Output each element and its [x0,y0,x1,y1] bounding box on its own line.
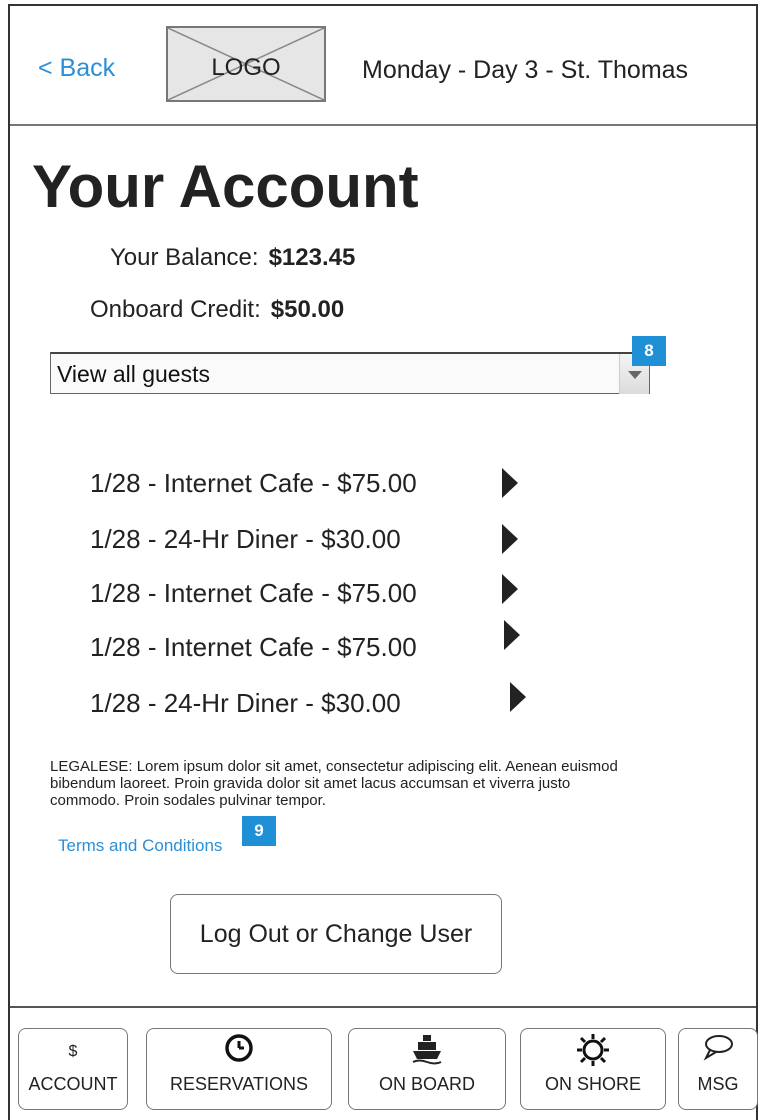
transaction-item[interactable]: 1/28 - Internet Cafe - $75.00 [90,468,417,499]
clock-icon [224,1033,254,1068]
day-title: Monday - Day 3 - St. Thomas [362,56,689,84]
guest-filter-value: View all guests [57,361,210,387]
credit-value: $50.00 [270,296,345,323]
transaction-item[interactable]: 1/28 - 24-Hr Diner - $30.00 [90,688,401,719]
nav-account-button[interactable]: $ ACCOUNT [18,1028,128,1110]
balance-value: $123.45 [268,244,356,271]
app-frame: < Back LOGO Monday - Day 3 - St. Thomas … [8,4,758,1120]
logo-label: LOGO [211,54,281,81]
nav-msg-label: MSG [697,1074,739,1094]
transaction-item[interactable]: 1/28 - 24-Hr Diner - $30.00 [90,524,401,555]
sun-icon [576,1033,610,1072]
nav-onboard-label: ON BOARD [378,1074,475,1094]
terms-link[interactable]: Terms and Conditions [58,836,222,856]
annotation-badge-9: 9 [242,816,276,846]
chevron-right-icon[interactable] [510,682,526,712]
annotation-badge-8: 8 [632,336,666,366]
speech-bubble-icon [702,1033,734,1066]
chevron-right-icon[interactable] [502,574,518,604]
chevron-right-icon[interactable] [502,524,518,554]
nav-account-label: ACCOUNT [28,1074,118,1094]
credit-label: Onboard Credit: [90,296,261,323]
back-link[interactable]: < Back [38,54,115,83]
nav-reservations-button[interactable]: RESERVATIONS [146,1028,332,1110]
dollar-icon: $ [68,1043,78,1060]
transaction-item[interactable]: 1/28 - Internet Cafe - $75.00 [90,578,417,609]
nav-reservations-label: RESERVATIONS [169,1074,309,1094]
chevron-right-icon[interactable] [504,620,520,650]
balance-row: Your Balance: $123.45 [110,244,355,272]
ship-icon [411,1033,443,1070]
logout-button[interactable]: Log Out or Change User [170,894,502,974]
nav-msg-button[interactable]: MSG [678,1028,758,1110]
chevron-down-icon [628,371,642,379]
guest-filter-select[interactable]: View all guests [50,352,650,394]
credit-row: Onboard Credit: $50.00 [90,296,344,324]
nav-onboard-button[interactable]: ON BOARD [348,1028,506,1110]
header: < Back LOGO Monday - Day 3 - St. Thomas [10,6,756,126]
nav-onshore-button[interactable]: ON SHORE [520,1028,666,1110]
legalese-text: LEGALESE: Lorem ipsum dolor sit amet, co… [50,758,618,809]
logo-placeholder: LOGO [166,26,326,102]
balance-label: Your Balance: [110,244,259,271]
page-title: Your Account [32,153,419,220]
chevron-right-icon[interactable] [502,468,518,498]
transaction-item[interactable]: 1/28 - Internet Cafe - $75.00 [90,632,417,663]
bottom-nav: $ ACCOUNT RESERVATIONS ON BOARD ON SHORE… [10,1006,758,1120]
nav-onshore-label: ON SHORE [544,1074,641,1094]
